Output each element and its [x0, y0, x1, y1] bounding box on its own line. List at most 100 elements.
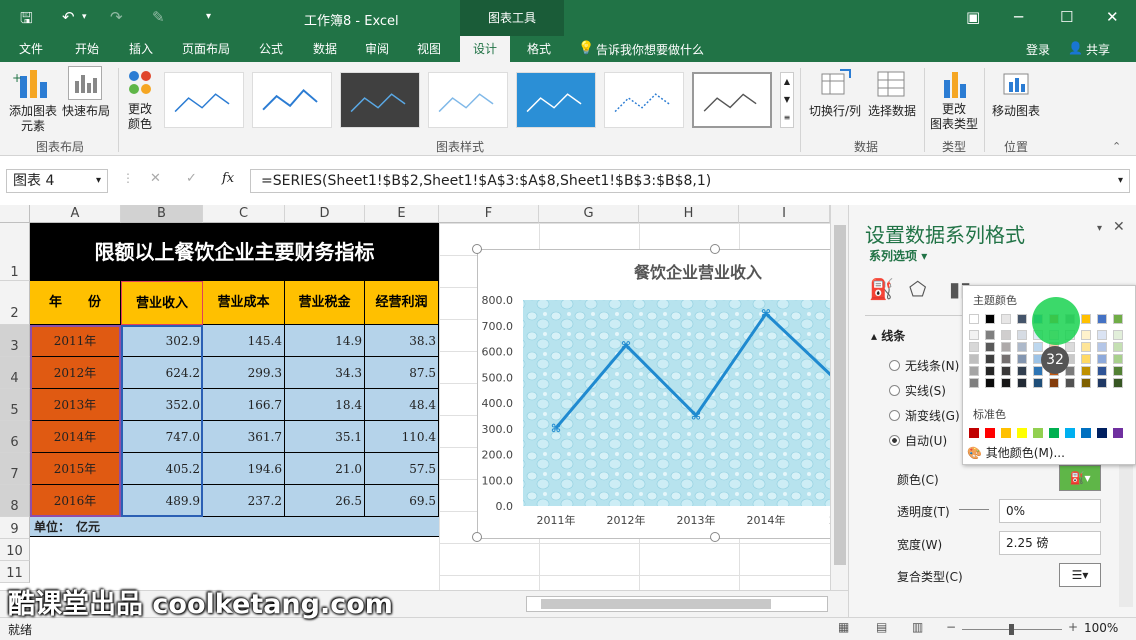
row-header-2[interactable]: 2 [0, 281, 30, 325]
normal-view-icon[interactable]: ▦ [838, 620, 849, 634]
header-tax[interactable]: 营业税金 [285, 281, 365, 325]
transparency-slider[interactable] [959, 509, 989, 510]
value-cell[interactable]: 299.3 [203, 357, 285, 389]
theme-color-swatch[interactable] [969, 378, 979, 388]
theme-color-swatch[interactable] [1001, 354, 1011, 364]
minimize-icon[interactable]: ─ [1014, 8, 1023, 26]
row-header-10[interactable]: 10 [0, 539, 30, 561]
chart-styles-gallery[interactable]: ▲ ▼ ≡ [164, 66, 794, 130]
theme-color-swatch[interactable] [1049, 378, 1059, 388]
value-cell[interactable]: 14.9 [285, 325, 365, 357]
theme-color-swatch[interactable] [1113, 342, 1123, 352]
theme-color-swatch[interactable] [969, 366, 979, 376]
theme-color-swatch[interactable] [1097, 378, 1107, 388]
theme-color-swatch[interactable] [969, 330, 979, 340]
auto-line-label[interactable]: 自动(U) [905, 432, 947, 449]
chart-style-3[interactable] [340, 72, 420, 128]
change-chart-type-icon[interactable] [938, 68, 970, 100]
line-section-header[interactable]: ▴ 线条 [871, 327, 905, 344]
switch-row-column-button[interactable]: 切换行/列 [806, 104, 864, 119]
col-header-g[interactable]: G [539, 205, 639, 223]
zoom-slider[interactable] [962, 624, 1062, 635]
theme-color-swatch[interactable] [1081, 366, 1091, 376]
theme-color-swatch[interactable] [969, 342, 979, 352]
theme-color-swatch[interactable] [1113, 366, 1123, 376]
tab-insert[interactable]: 插入 [118, 36, 164, 62]
theme-color-swatch[interactable] [1017, 314, 1027, 324]
chart-title[interactable]: 餐饮企业营业收入 [633, 263, 762, 282]
tab-file[interactable]: 文件 [8, 36, 54, 62]
row-header-5[interactable]: 5 [0, 389, 30, 421]
compound-type-button[interactable]: ☰▾ [1059, 563, 1101, 587]
theme-color-swatch[interactable] [1017, 342, 1027, 352]
no-line-radio[interactable] [889, 360, 900, 371]
standard-color-swatch[interactable] [1081, 428, 1091, 438]
transparency-input[interactable]: 0% [999, 499, 1101, 523]
change-colors-icon[interactable] [124, 68, 158, 98]
theme-color-swatch[interactable] [985, 342, 995, 352]
value-cell[interactable]: 18.4 [285, 389, 365, 421]
share-button[interactable]: 共享 [1086, 41, 1110, 58]
zoom-level[interactable]: 100% [1084, 621, 1118, 635]
page-layout-view-icon[interactable]: ▤ [876, 620, 887, 634]
add-chart-element-button[interactable]: 添加图表 元素 [4, 104, 62, 134]
chart-style-1[interactable] [164, 72, 244, 128]
col-header-b[interactable]: B [121, 205, 203, 223]
theme-color-swatch[interactable] [1097, 366, 1107, 376]
add-chart-element-icon[interactable]: + [10, 68, 56, 102]
header-profit[interactable]: 经营利润 [365, 281, 439, 325]
theme-color-swatch[interactable] [1097, 314, 1107, 324]
col-header-c[interactable]: C [203, 205, 285, 223]
row-header-6[interactable]: 6 [0, 421, 30, 453]
plot-area[interactable] [523, 300, 838, 506]
resize-handle[interactable] [472, 532, 482, 542]
value-cell[interactable]: 48.4 [365, 389, 439, 421]
theme-color-swatch[interactable] [1001, 342, 1011, 352]
value-cell[interactable]: 145.4 [203, 325, 285, 357]
data-point-marker[interactable]: ⌘ [691, 409, 701, 422]
tab-home[interactable]: 开始 [64, 36, 110, 62]
redo-icon[interactable]: ↷ [110, 8, 123, 26]
gallery-scroll[interactable]: ▲ ▼ ≡ [780, 72, 794, 128]
solid-line-label[interactable]: 实线(S) [905, 382, 946, 399]
chart-object[interactable]: 餐饮企业营业收入 800.0 700.0 600.0 500.0 400.0 300.0 20… [477, 249, 844, 540]
resize-handle[interactable] [710, 532, 720, 542]
chart-style-2[interactable] [252, 72, 332, 128]
maximize-icon[interactable]: ☐ [1060, 8, 1073, 26]
value-cell[interactable]: 57.5 [365, 453, 439, 485]
theme-color-swatch[interactable] [1081, 354, 1091, 364]
row-header-4[interactable]: 4 [0, 357, 30, 389]
theme-color-swatch[interactable] [1001, 378, 1011, 388]
select-data-icon[interactable] [876, 68, 908, 100]
row-header-7[interactable]: 7 [0, 453, 30, 485]
theme-color-swatch[interactable] [1065, 378, 1075, 388]
theme-color-swatch[interactable] [969, 354, 979, 364]
data-point-marker[interactable]: ⌘ [761, 308, 771, 321]
save-icon[interactable]: 🖫 [20, 8, 33, 33]
theme-color-swatch[interactable] [1001, 330, 1011, 340]
value-cell[interactable]: 38.3 [365, 325, 439, 357]
tell-me-box[interactable]: 告诉我你想要做什么 [596, 41, 704, 58]
col-header-h[interactable]: H [639, 205, 739, 223]
theme-color-swatch[interactable] [1001, 366, 1011, 376]
insert-function-icon[interactable]: fx [222, 171, 234, 186]
collapse-ribbon-icon[interactable]: ⌃ [1112, 140, 1121, 153]
standard-color-swatch[interactable] [985, 428, 995, 438]
theme-color-swatch[interactable] [1113, 330, 1123, 340]
standard-color-swatch[interactable] [1065, 428, 1075, 438]
value-cell[interactable]: 21.0 [285, 453, 365, 485]
chart-style-7[interactable] [692, 72, 772, 128]
col-header-f[interactable]: F [439, 205, 539, 223]
value-cell[interactable]: 26.5 [285, 485, 365, 517]
standard-color-swatch[interactable] [1097, 428, 1107, 438]
row-header-1[interactable]: 1 [0, 223, 30, 281]
name-box[interactable]: 图表 4 ▾ [6, 169, 108, 193]
series-options-dropdown[interactable]: 系列选项 ▾ [869, 247, 927, 264]
unit-note[interactable]: 单位： 亿元 [30, 517, 439, 537]
row-header-11[interactable]: 11 [0, 561, 30, 583]
col-header-a[interactable]: A [30, 205, 121, 223]
effects-icon[interactable]: ⬠ [909, 277, 926, 301]
color-picker-button[interactable]: ⛽▾ [1059, 465, 1101, 491]
line-chart[interactable]: 餐饮企业营业收入 800.0 700.0 600.0 500.0 400.0 300.0 20… [478, 250, 844, 540]
quick-layout-button[interactable]: 快速布局 [58, 104, 114, 119]
